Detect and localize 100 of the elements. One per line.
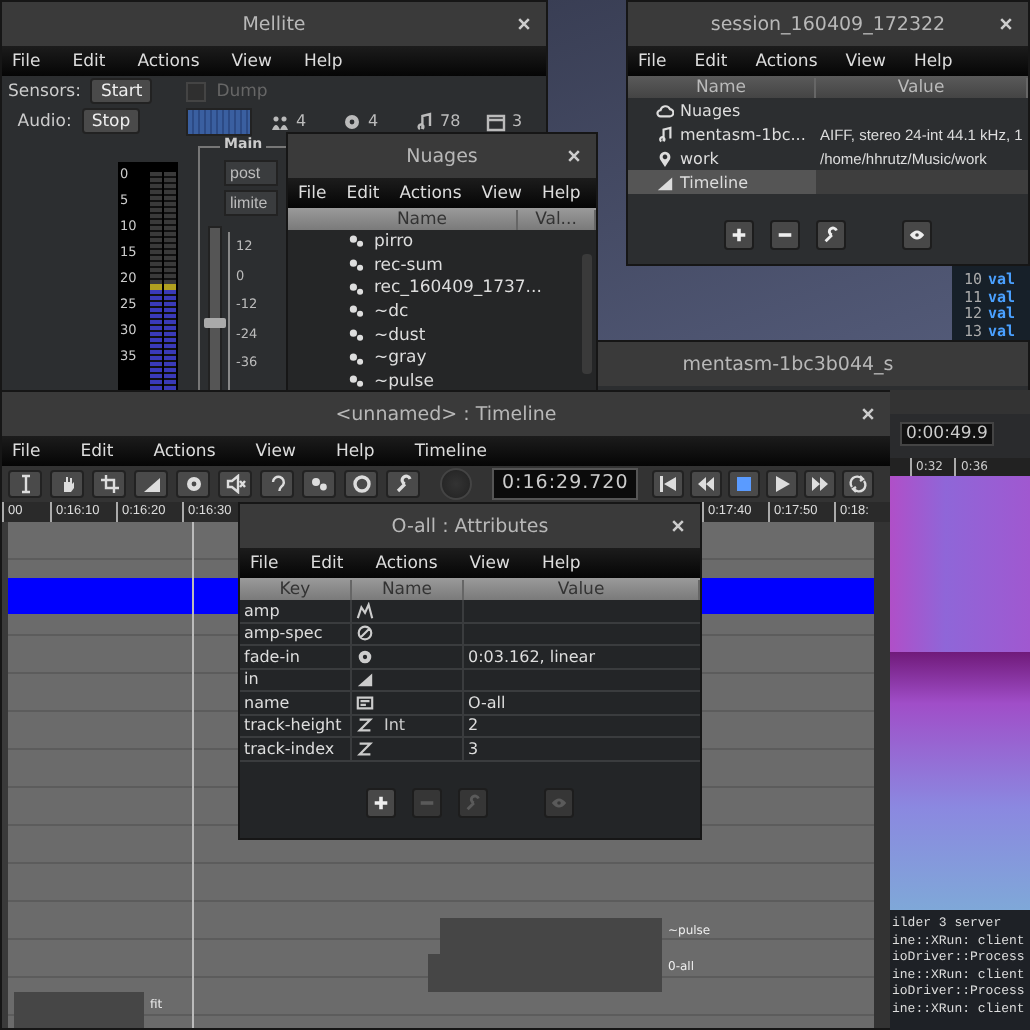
eye-button[interactable]: [902, 220, 932, 250]
window-title: session_160409_172322: [710, 13, 946, 35]
menu-item[interactable]: Actions: [153, 441, 216, 461]
wrench-icon: [822, 226, 840, 244]
menu-item[interactable]: Actions: [399, 183, 462, 203]
menu-item[interactable]: File: [638, 51, 667, 71]
loop-button[interactable]: [842, 470, 875, 498]
menu-item[interactable]: Edit: [72, 51, 106, 71]
scrollbar[interactable]: [874, 522, 890, 1028]
column-header[interactable]: Name: [628, 77, 816, 97]
menu-item[interactable]: File: [12, 441, 41, 461]
tool-button[interactable]: [134, 470, 168, 498]
music-note-icon: [656, 125, 674, 143]
item-name: Nuages: [680, 101, 741, 119]
tree-item[interactable]: ~dc: [348, 300, 596, 324]
value-cell: 0:03.162, linear: [468, 647, 595, 666]
close-button[interactable]: [668, 516, 688, 536]
menu-item[interactable]: Edit: [346, 183, 380, 203]
tree-item[interactable]: pirro: [348, 230, 596, 254]
tool-button[interactable]: [176, 470, 210, 498]
window-title: Mellite: [242, 13, 306, 35]
column-header[interactable]: Val...: [518, 209, 596, 229]
tool-button[interactable]: [8, 470, 42, 498]
menu-item[interactable]: Actions: [137, 51, 200, 71]
play-button[interactable]: [766, 470, 799, 498]
menu-item[interactable]: View: [231, 51, 272, 71]
cog-icon: [348, 326, 366, 345]
wrench-button[interactable]: [816, 220, 846, 250]
tree-row[interactable]: Timeline: [628, 170, 1028, 194]
plus-icon: [730, 226, 748, 244]
tree-item[interactable]: rec-sum: [348, 253, 596, 277]
menu-item[interactable]: Help: [541, 553, 581, 573]
item-name: ~pulse: [374, 371, 434, 392]
start-button[interactable]: Start: [90, 78, 153, 104]
menu-item[interactable]: Actions: [375, 553, 438, 573]
tool-button[interactable]: [386, 470, 420, 498]
eye-icon: [908, 226, 926, 244]
menu-item[interactable]: View: [255, 441, 296, 461]
curve-icon: [356, 601, 374, 620]
menu-item[interactable]: Edit: [80, 441, 114, 461]
rewind-button[interactable]: [690, 470, 723, 498]
menu-item[interactable]: Actions: [755, 51, 818, 71]
item-name: mentasm-1bc...: [680, 125, 806, 143]
column-header[interactable]: Value: [464, 579, 700, 599]
value-cell: 3: [468, 739, 479, 758]
stop-button[interactable]: Stop: [81, 108, 141, 134]
stop-button[interactable]: [728, 470, 761, 498]
tool-button[interactable]: [302, 470, 336, 498]
column-header[interactable]: Key: [240, 579, 352, 599]
menu-item[interactable]: File: [298, 183, 327, 203]
close-button[interactable]: [514, 14, 534, 34]
tool-button[interactable]: [344, 470, 378, 498]
tool-button[interactable]: [260, 470, 294, 498]
window-title: Nuages: [406, 145, 478, 167]
close-button[interactable]: [564, 146, 584, 166]
plus-button[interactable]: [366, 788, 396, 818]
menu-item[interactable]: Edit: [310, 553, 344, 573]
crop-icon: [99, 474, 119, 494]
mode-dropdown[interactable]: post: [224, 160, 278, 186]
tool-button[interactable]: [50, 470, 84, 498]
gear-icon: [342, 111, 362, 131]
key-cell: amp-spec: [240, 623, 352, 644]
menu-item[interactable]: Help: [303, 51, 343, 71]
menu-item[interactable]: View: [845, 51, 886, 71]
menu-item[interactable]: Help: [541, 183, 581, 203]
tool-button[interactable]: [218, 470, 252, 498]
tree-item[interactable]: ~dust: [348, 323, 596, 347]
menu-item[interactable]: Help: [913, 51, 953, 71]
menu-item[interactable]: View: [469, 553, 510, 573]
forward-button[interactable]: [804, 470, 837, 498]
ramp-icon: [656, 173, 674, 191]
tree-item[interactable]: ~pulse: [348, 370, 596, 394]
ramp-icon: [141, 474, 161, 494]
item-name: ~dust: [374, 325, 426, 346]
limiter-field[interactable]: limite: [224, 190, 278, 216]
gear-icon: [356, 647, 374, 666]
menu-item[interactable]: Timeline: [414, 441, 487, 461]
column-header[interactable]: Name: [352, 579, 464, 599]
close-icon: [670, 518, 686, 534]
first-button[interactable]: [652, 470, 685, 498]
close-button[interactable]: [858, 404, 878, 424]
tree-item[interactable]: rec_160409_1737...: [348, 276, 596, 301]
menu-item[interactable]: View: [481, 183, 522, 203]
close-button[interactable]: [996, 14, 1016, 34]
tree-item[interactable]: ~gray: [348, 346, 596, 371]
close-icon: [566, 148, 582, 164]
item-name: pirro: [374, 231, 414, 252]
tool-button[interactable]: [92, 470, 126, 498]
column-header[interactable]: Value: [816, 77, 1028, 97]
people-icon: [270, 111, 290, 131]
tree-row[interactable]: Nuages: [628, 98, 1028, 122]
menu-item[interactable]: File: [12, 51, 41, 71]
minus-button[interactable]: [770, 220, 800, 250]
plus-button[interactable]: [724, 220, 754, 250]
menu-item[interactable]: Help: [335, 441, 375, 461]
menu-item[interactable]: Edit: [694, 51, 728, 71]
menu-item[interactable]: File: [250, 553, 279, 573]
column-header[interactable]: Name: [288, 209, 518, 229]
fader-thumb[interactable]: [204, 318, 226, 329]
close-icon: [998, 16, 1014, 32]
